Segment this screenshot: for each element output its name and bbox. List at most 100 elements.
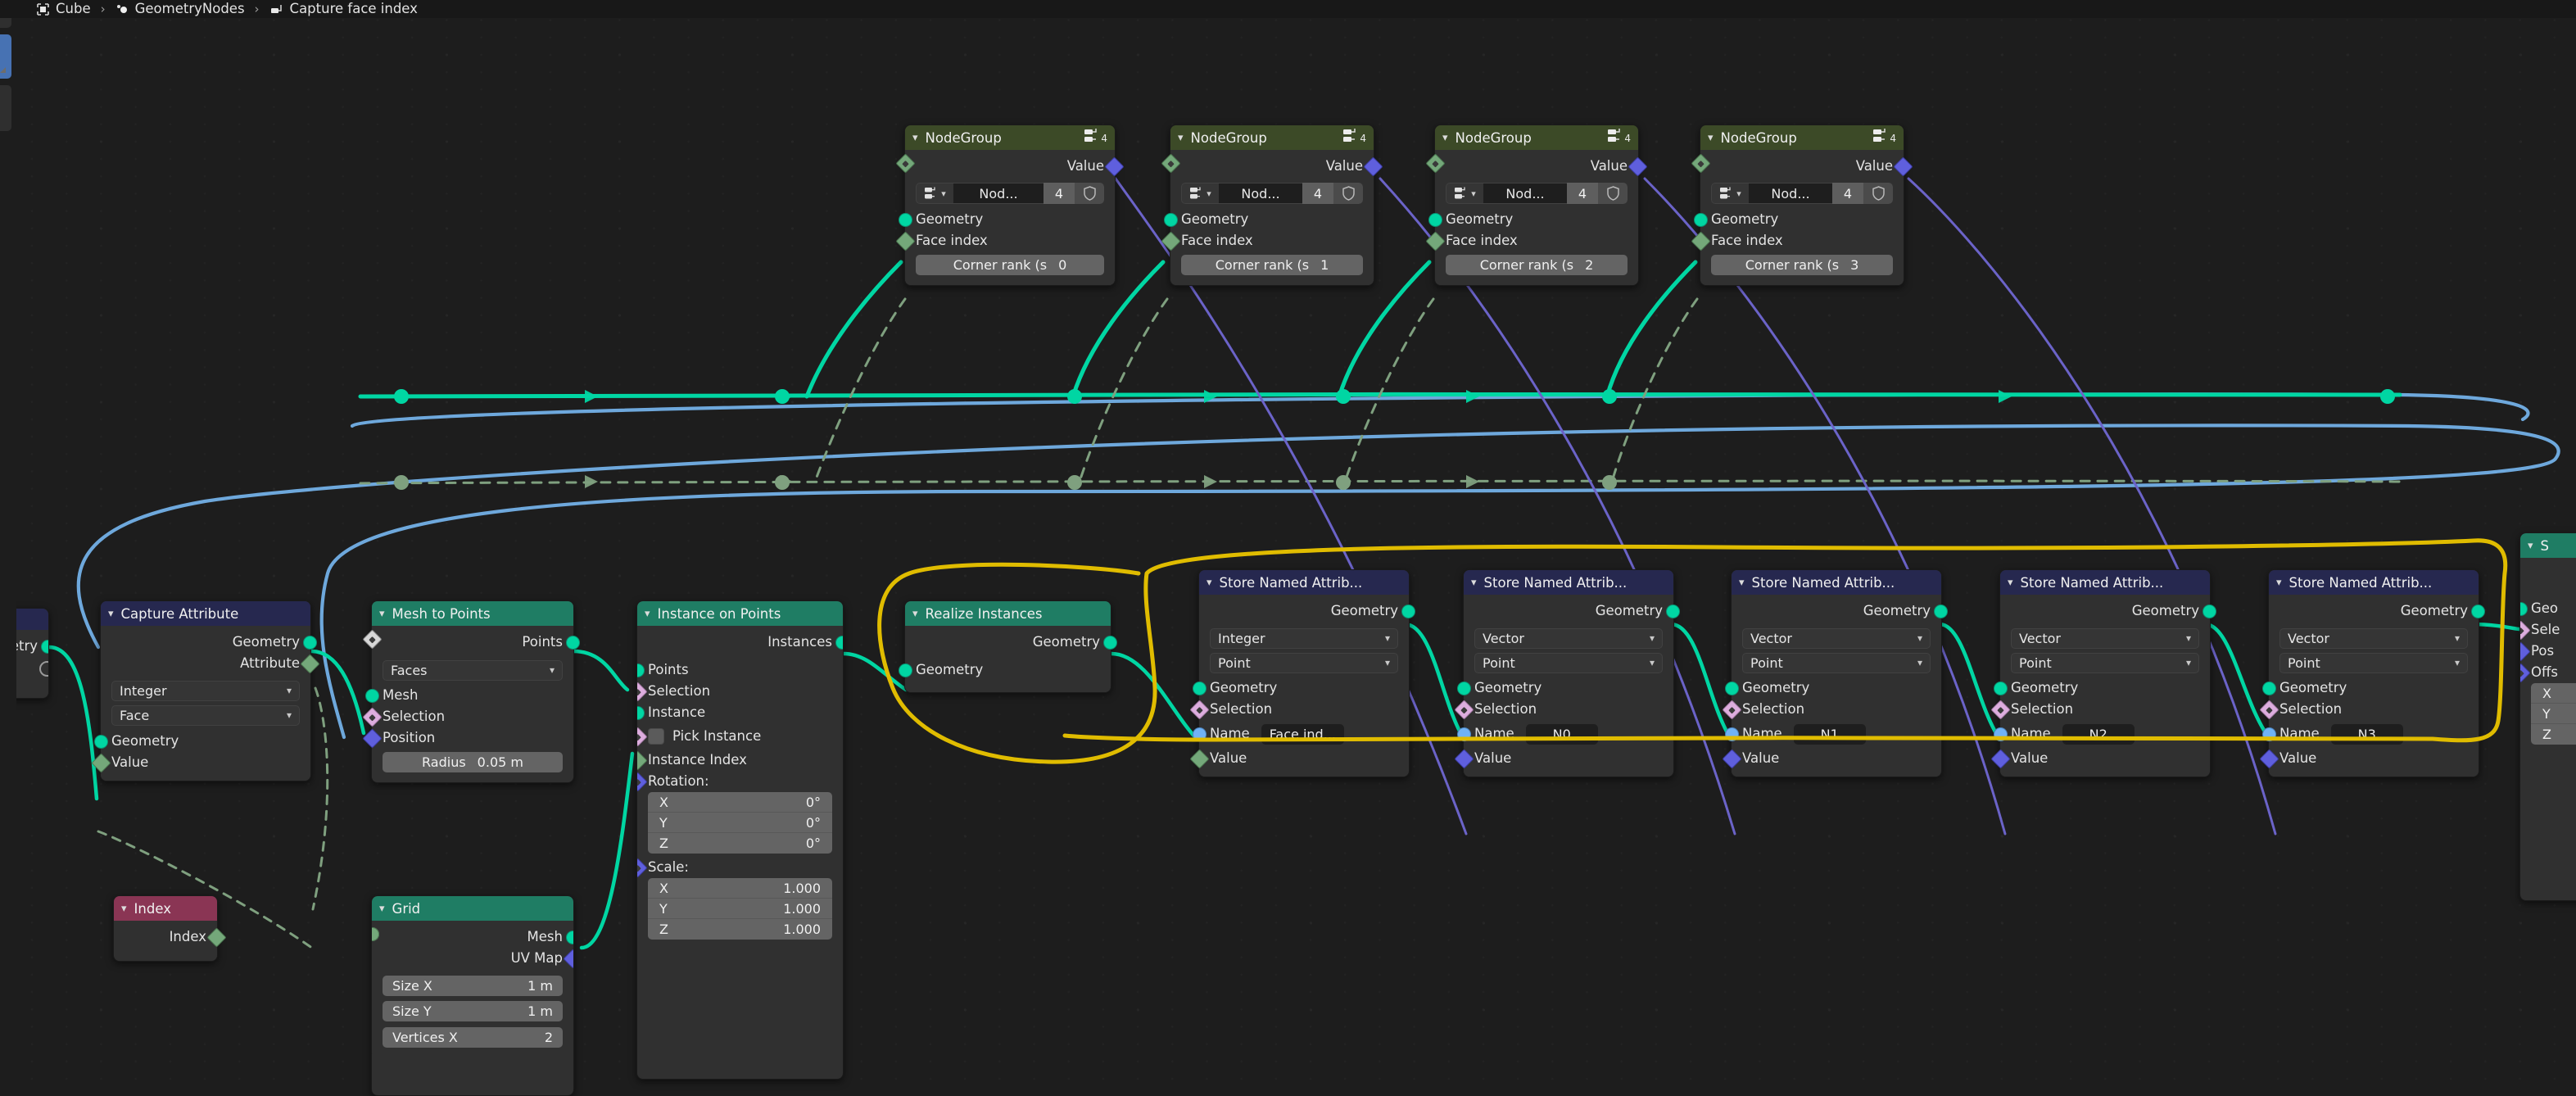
nodegroup-name[interactable]: Nod... xyxy=(1483,183,1567,204)
field-value[interactable]: 1 m xyxy=(527,978,553,994)
node-mesh-to-points[interactable]: ▾ Mesh to Points Points Faces ▾ Mesh Sel… xyxy=(362,600,580,783)
axis-value[interactable]: 0° xyxy=(806,795,821,810)
socket-mesh[interactable] xyxy=(566,931,573,944)
socket-geometry[interactable] xyxy=(2471,605,2485,618)
field-value[interactable]: 0.05 m xyxy=(478,754,523,770)
socket-geometry[interactable] xyxy=(1401,605,1415,618)
collapse-chevron-icon[interactable]: ▾ xyxy=(912,133,918,143)
fake-user-icon[interactable] xyxy=(1075,183,1104,204)
node-header[interactable]: ▾ NodeGroup 4 xyxy=(1700,125,1904,150)
node-header[interactable]: ▾ Grid xyxy=(372,896,573,921)
scale-x-field[interactable]: X 1.000 xyxy=(648,878,832,899)
node-capture-attribute[interactable]: ▾ Capture Attribute Geometry Attribute I… xyxy=(91,600,320,781)
rotation-z-field[interactable]: Z 0° xyxy=(648,833,832,854)
socket-geometry[interactable] xyxy=(1428,213,1442,227)
nodegroup-user-count[interactable]: 4 xyxy=(1832,183,1863,204)
node-nodegroup-0[interactable]: ▾ NodeGroup 4 Value ▾ Nod... 4 Geometry … xyxy=(895,125,1125,286)
size-x-field[interactable]: Size X 1 m xyxy=(383,975,563,996)
node-store-named-attribute-0[interactable]: ▾ Store Named Attrib... Geometry Integer… xyxy=(1189,569,1415,777)
node-header[interactable]: ▾ S xyxy=(2520,533,2576,558)
field-value[interactable]: 2 xyxy=(1585,257,1593,273)
socket-geometry[interactable] xyxy=(1666,605,1680,618)
node-nodegroup-3[interactable]: ▾ NodeGroup 4 Value ▾ Nod... 4 Geometry … xyxy=(1691,125,1913,286)
collapse-chevron-icon[interactable]: ▾ xyxy=(2276,577,2282,588)
domain-dropdown[interactable]: Point ▾ xyxy=(1742,652,1931,673)
node-set-position-partial[interactable]: ▾ S Geo Sele Pos Offs X Y Z xyxy=(2519,532,2576,901)
offset-x-field[interactable]: X xyxy=(2531,683,2576,704)
collapse-chevron-icon[interactable]: ▾ xyxy=(1739,577,1745,588)
nodegroup-browse-icon[interactable]: ▾ xyxy=(1446,183,1483,204)
node-store-named-attribute-3[interactable]: ▾ Store Named Attrib... Geometry Vector … xyxy=(1990,569,2216,777)
node-nodegroup-2[interactable]: ▾ NodeGroup 4 Value ▾ Nod... 4 Geometry … xyxy=(1425,125,1648,286)
node-header[interactable]: ▾ Store Named Attrib... xyxy=(1199,570,1409,595)
data-type-dropdown[interactable]: Integer ▾ xyxy=(1210,627,1398,649)
axis-value[interactable]: 0° xyxy=(806,836,821,851)
collapse-chevron-icon[interactable]: ▾ xyxy=(1207,577,1212,588)
socket-instances[interactable] xyxy=(835,636,843,650)
domain-dropdown[interactable]: Face ▾ xyxy=(111,704,300,726)
socket-geometry[interactable] xyxy=(2520,602,2528,616)
rotation-x-field[interactable]: X 0° xyxy=(648,792,832,813)
breadcrumb-item-object[interactable]: Cube xyxy=(36,2,91,16)
fake-user-icon[interactable] xyxy=(1863,183,1893,204)
nodegroup-user-count[interactable]: 4 xyxy=(1567,183,1598,204)
collapse-chevron-icon[interactable]: ▾ xyxy=(1471,577,1477,588)
nodegroup-name[interactable]: Nod... xyxy=(1749,183,1832,204)
domain-dropdown[interactable]: Point ▾ xyxy=(1474,652,1663,673)
socket-name[interactable] xyxy=(2262,727,2276,741)
nodegroup-browse-icon[interactable]: ▾ xyxy=(1181,183,1219,204)
node-store-named-attribute-1[interactable]: ▾ Store Named Attrib... Geometry Vector … xyxy=(1454,569,1680,777)
data-type-dropdown[interactable]: Vector ▾ xyxy=(1474,627,1663,649)
data-type-dropdown[interactable]: Vector ▾ xyxy=(1742,627,1931,649)
nodegroup-id-widget[interactable]: ▾ Nod... 4 xyxy=(1711,183,1893,204)
socket-virtual[interactable] xyxy=(39,661,48,677)
node-nodegroup-1[interactable]: ▾ NodeGroup 4 Value ▾ Nod... 4 Geometry … xyxy=(1161,125,1383,286)
collapse-chevron-icon[interactable]: ▾ xyxy=(379,609,385,619)
name-input[interactable]: N1 xyxy=(1793,723,1866,745)
collapse-chevron-icon[interactable]: ▾ xyxy=(379,904,385,914)
socket-uv-map[interactable] xyxy=(563,949,573,969)
breadcrumb-item-modifier[interactable]: GeometryNodes xyxy=(115,2,245,16)
rotation-vector-group[interactable]: X 0° Y 0° Z 0° xyxy=(648,792,832,854)
socket-name[interactable] xyxy=(1193,727,1207,741)
node-header[interactable]: ▾ NodeGroup 4 xyxy=(1435,125,1638,150)
socket-pick-instance[interactable] xyxy=(637,727,648,747)
nodegroup-user-count[interactable]: 4 xyxy=(1044,183,1075,204)
node-header[interactable]: ▾ Store Named Attrib... xyxy=(2269,570,2479,595)
nodegroup-name[interactable]: Nod... xyxy=(1219,183,1302,204)
socket-selection[interactable] xyxy=(2520,620,2531,641)
field-value[interactable]: 1 m xyxy=(527,1003,553,1019)
socket-geometry[interactable] xyxy=(899,213,912,227)
socket-mesh[interactable] xyxy=(365,689,379,703)
node-store-named-attribute-2[interactable]: ▾ Store Named Attrib... Geometry Vector … xyxy=(1722,569,1948,777)
socket-name[interactable] xyxy=(1457,727,1471,741)
socket-geometry[interactable] xyxy=(1164,213,1178,227)
data-type-dropdown[interactable]: Integer ▾ xyxy=(111,680,300,701)
socket-name[interactable] xyxy=(1994,727,2008,741)
nodegroup-user-count[interactable]: 4 xyxy=(1302,183,1333,204)
socket-geometry[interactable] xyxy=(899,663,912,677)
node-instance-on-points[interactable]: ▾ Instance on Points Instances Points Se… xyxy=(636,600,844,1080)
socket-geometry[interactable] xyxy=(2262,682,2276,695)
collapse-chevron-icon[interactable]: ▾ xyxy=(645,609,650,619)
name-input[interactable]: N2 xyxy=(2062,723,2135,745)
node-header[interactable]: ▾ Capture Attribute xyxy=(101,601,310,626)
nodegroup-id-widget[interactable]: ▾ Nod... 4 xyxy=(916,183,1104,204)
socket-rotation[interactable] xyxy=(637,772,648,792)
collapse-chevron-icon[interactable]: ▾ xyxy=(1442,133,1448,143)
node-header[interactable]: ▾ NodeGroup 4 xyxy=(905,125,1115,150)
tool-button-annotate[interactable] xyxy=(0,85,11,131)
socket-name[interactable] xyxy=(1725,727,1739,741)
name-input[interactable]: N0 xyxy=(1525,723,1598,745)
mode-dropdown[interactable]: Faces ▾ xyxy=(383,659,563,681)
offset-z-field[interactable]: Z xyxy=(2531,724,2576,745)
socket-geometry[interactable] xyxy=(1193,682,1207,695)
socket-position[interactable] xyxy=(2520,641,2531,662)
name-input[interactable]: Face ind... xyxy=(1261,723,1344,745)
socket-points[interactable] xyxy=(566,636,580,650)
domain-dropdown[interactable]: Point ▾ xyxy=(1210,652,1398,673)
socket-selection[interactable] xyxy=(637,682,648,702)
node-header[interactable]: ▾ Index xyxy=(114,896,217,921)
domain-dropdown[interactable]: Point ▾ xyxy=(2279,652,2468,673)
socket-offset[interactable] xyxy=(2520,663,2531,683)
